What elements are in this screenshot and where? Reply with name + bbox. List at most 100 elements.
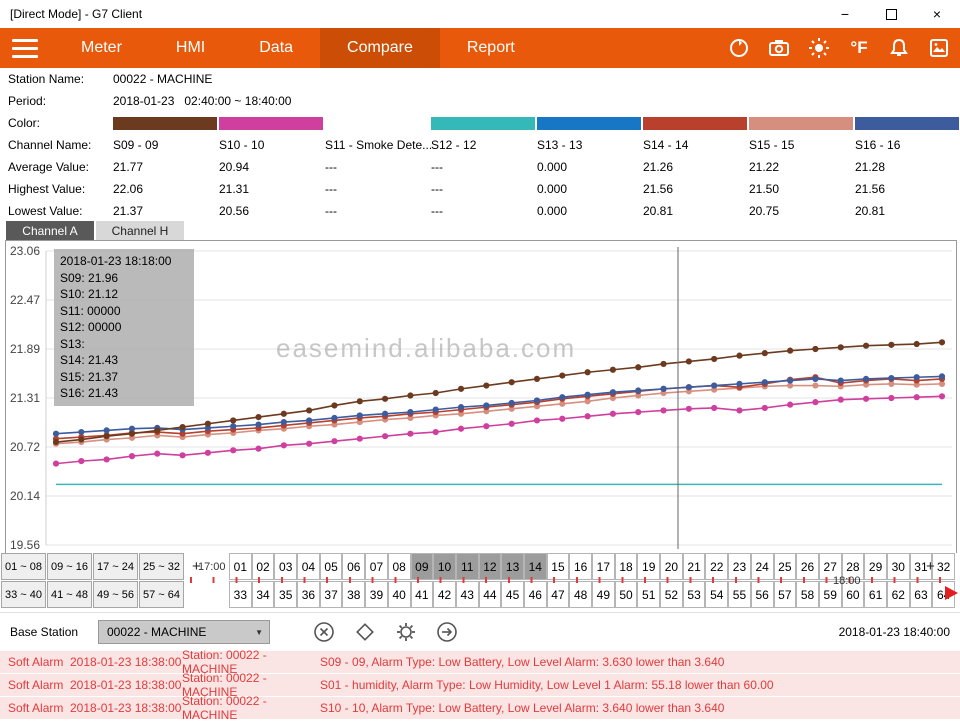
snapshot-icon[interactable]	[926, 35, 952, 61]
channel-number-button[interactable]: 07	[365, 553, 388, 580]
channel-number-button[interactable]: 56	[751, 581, 774, 608]
camera-icon[interactable]	[766, 35, 792, 61]
channel-number-button[interactable]: 35	[274, 581, 297, 608]
channel-number-button[interactable]: 38	[342, 581, 365, 608]
channel-group-33-40[interactable]: 33 ~ 40	[1, 581, 46, 608]
channel-number-button[interactable]: 26	[796, 553, 819, 580]
channel-number-button[interactable]: 54	[705, 581, 728, 608]
nav-item-compare[interactable]: Compare	[320, 28, 440, 68]
channel-number-button[interactable]: 15	[547, 553, 570, 580]
minimize-button[interactable]: −	[822, 0, 868, 28]
channel-number-button[interactable]: 09	[411, 553, 434, 580]
channel-high-value: 21.31	[219, 182, 325, 196]
channel-number-button[interactable]: 43	[456, 581, 479, 608]
channel-number-button[interactable]: 63	[910, 581, 933, 608]
nav-item-report[interactable]: Report	[440, 28, 542, 68]
channel-number-button[interactable]: 55	[728, 581, 751, 608]
channel-number-button[interactable]: 48	[569, 581, 592, 608]
channel-number-button[interactable]: 49	[592, 581, 615, 608]
channel-name-value: S12 - 12	[431, 138, 537, 152]
channel-avg-value: 21.26	[643, 160, 749, 174]
channel-number-button[interactable]: 52	[660, 581, 683, 608]
channel-number-button[interactable]: 20	[660, 553, 683, 580]
nav-item-meter[interactable]: Meter	[54, 28, 149, 68]
channel-number-button[interactable]: 21	[683, 553, 706, 580]
channel-number-button[interactable]: 23	[728, 553, 751, 580]
channel-number-button[interactable]: 16	[569, 553, 592, 580]
channel-number-button[interactable]: 41	[411, 581, 434, 608]
channel-group-17-24[interactable]: 17 ~ 24	[93, 553, 138, 580]
channel-number-button[interactable]: 25	[774, 553, 797, 580]
base-station-dropdown[interactable]: 00022 - MACHINE ▼	[98, 620, 270, 644]
sync-icon[interactable]	[726, 35, 752, 61]
channel-number-button[interactable]: 53	[683, 581, 706, 608]
zoom-in-right-button[interactable]: +	[926, 558, 935, 575]
channel-number-button[interactable]: 29	[864, 553, 887, 580]
channel-number-button[interactable]: 06	[342, 553, 365, 580]
channel-group-41-48[interactable]: 41 ~ 48	[47, 581, 92, 608]
tab-channel-a[interactable]: Channel A	[6, 221, 94, 240]
channel-number-button[interactable]: 46	[524, 581, 547, 608]
clear-circle-icon[interactable]	[312, 620, 336, 644]
channel-number-button[interactable]: 42	[433, 581, 456, 608]
channel-low-value: ---	[431, 204, 537, 218]
channel-number-button[interactable]: 19	[637, 553, 660, 580]
channel-number-button[interactable]: 11	[456, 553, 479, 580]
chart-area[interactable]: 23.0622.4721.8921.3120.7220.1419.56 ease…	[5, 240, 957, 555]
channel-number-button[interactable]: 05	[320, 553, 343, 580]
channel-number-button[interactable]: 30	[887, 553, 910, 580]
channel-number-button[interactable]: 17	[592, 553, 615, 580]
channel-group-57-64[interactable]: 57 ~ 64	[139, 581, 184, 608]
go-arrow-circle-icon[interactable]	[435, 620, 459, 644]
nav-item-data[interactable]: Data	[232, 28, 320, 68]
channel-number-button[interactable]: 14	[524, 553, 547, 580]
channel-number-button[interactable]: 08	[388, 553, 411, 580]
channel-number-button[interactable]: 32	[932, 553, 955, 580]
maximize-button[interactable]	[868, 0, 914, 28]
channel-number-button[interactable]: 45	[501, 581, 524, 608]
channel-number-button[interactable]: 34	[252, 581, 275, 608]
channel-number-button[interactable]: 44	[479, 581, 502, 608]
scroll-right-arrow-icon[interactable]	[945, 586, 958, 600]
channel-number-button[interactable]: 51	[637, 581, 660, 608]
channel-number-button[interactable]: 47	[547, 581, 570, 608]
nav-item-hmi[interactable]: HMI	[149, 28, 232, 68]
channel-group-49-56[interactable]: 49 ~ 56	[93, 581, 138, 608]
channel-number-button[interactable]: 01	[229, 553, 252, 580]
channel-group-25-32[interactable]: 25 ~ 32	[139, 553, 184, 580]
channel-number-button[interactable]: 57	[774, 581, 797, 608]
channel-number-button[interactable]: 50	[615, 581, 638, 608]
hamburger-menu-icon[interactable]	[12, 39, 38, 58]
channel-number-button[interactable]: 40	[388, 581, 411, 608]
channel-number-button[interactable]: 12	[479, 553, 502, 580]
channel-number-button[interactable]: 58	[796, 581, 819, 608]
eraser-icon[interactable]	[353, 620, 377, 644]
channel-number-button[interactable]: 24	[751, 553, 774, 580]
tooltip-line: S16: 21.43	[60, 385, 188, 402]
channel-high-value: ---	[431, 182, 537, 196]
channel-number-button[interactable]: 39	[365, 581, 388, 608]
bell-icon[interactable]	[886, 35, 912, 61]
base-station-value: 00022 - MACHINE	[107, 625, 206, 639]
close-button[interactable]: ×	[914, 0, 960, 28]
channel-number-button[interactable]: 36	[297, 581, 320, 608]
fahrenheit-icon[interactable]: °F	[846, 35, 872, 61]
channel-number-button[interactable]: 13	[501, 553, 524, 580]
channel-number-button[interactable]: 18	[615, 553, 638, 580]
channel-group-01-08[interactable]: 01 ~ 08	[1, 553, 46, 580]
channel-number-button[interactable]: 04	[297, 553, 320, 580]
channel-number-button[interactable]: 37	[320, 581, 343, 608]
gear-icon[interactable]	[394, 620, 418, 644]
brightness-icon[interactable]	[806, 35, 832, 61]
channel-number-button[interactable]: 62	[887, 581, 910, 608]
channel-number-button[interactable]: 33	[229, 581, 252, 608]
channel-low-value: ---	[325, 204, 431, 218]
channel-group-09-16[interactable]: 09 ~ 16	[47, 553, 92, 580]
tab-channel-h[interactable]: Channel H	[96, 221, 184, 240]
channel-number-button[interactable]: 22	[705, 553, 728, 580]
channel-number-button[interactable]: 02	[252, 553, 275, 580]
channel-number-button[interactable]: 03	[274, 553, 297, 580]
zoom-in-left-button[interactable]: +	[192, 558, 201, 575]
channel-number-button[interactable]: 10	[433, 553, 456, 580]
channel-number-button[interactable]: 61	[864, 581, 887, 608]
